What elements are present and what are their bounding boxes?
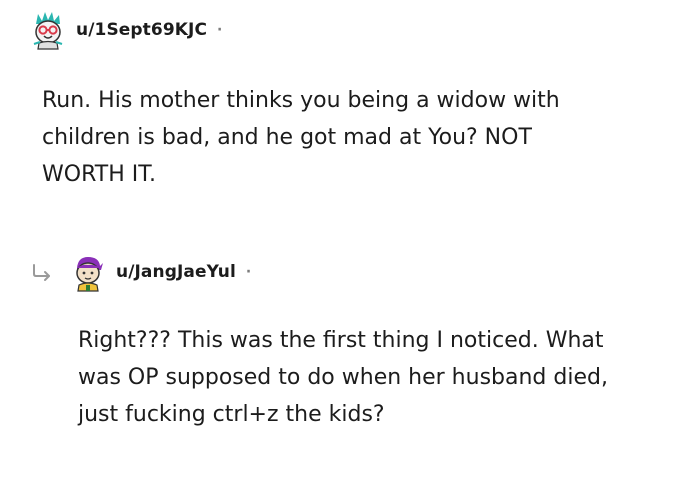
username[interactable]: u/JangJaeYul [116, 262, 236, 282]
reply-header: u/JangJaeYul · [28, 252, 678, 292]
reply-comment: u/JangJaeYul · Right??? This was the fir… [28, 252, 678, 433]
avatar-icon [76, 257, 103, 292]
reply-arrow-icon [28, 260, 56, 284]
avatar[interactable] [28, 10, 68, 50]
avatar[interactable] [68, 252, 108, 292]
comment: u/1Sept69KJC · Run. His mother thinks yo… [28, 10, 678, 193]
username[interactable]: u/1Sept69KJC [76, 20, 207, 40]
avatar-icon [33, 12, 63, 50]
comment-text: Run. His mother thinks you being a widow… [42, 88, 560, 187]
comment-header: u/1Sept69KJC · [28, 10, 678, 50]
separator-dot: · [217, 22, 223, 38]
separator-dot: · [245, 264, 252, 280]
reply-text: Right??? This was the first thing I noti… [78, 328, 608, 427]
